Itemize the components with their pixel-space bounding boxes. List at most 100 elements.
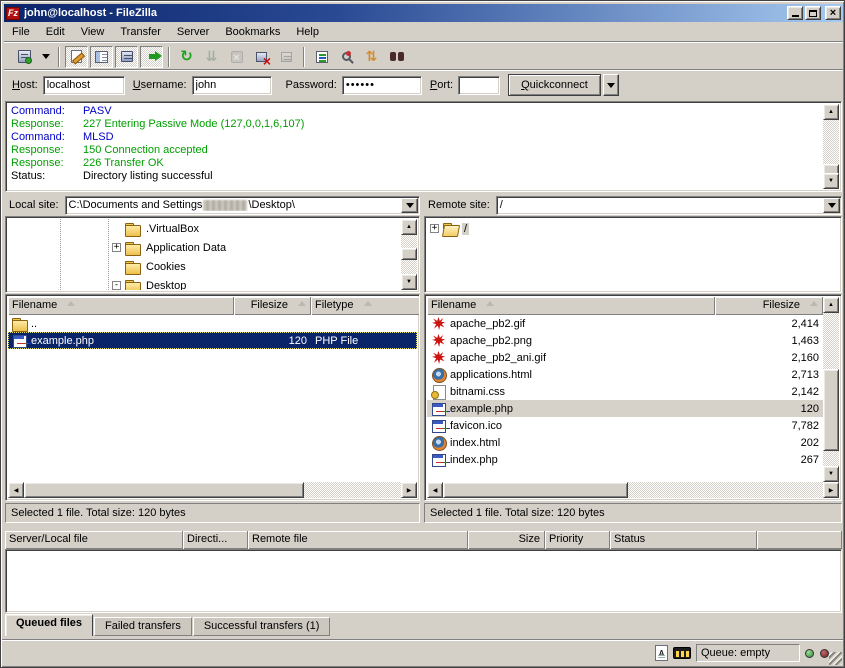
menu-item[interactable]: View — [73, 24, 113, 40]
cancel-icon[interactable] — [225, 46, 248, 68]
column-header[interactable]: Filesize — [715, 297, 823, 315]
column-header[interactable]: Filename — [8, 297, 234, 315]
scroll-up-icon[interactable]: ▲ — [401, 219, 417, 235]
log-line: Status:Directory listing successful — [11, 170, 823, 183]
queue-column-header[interactable]: Remote file — [248, 531, 468, 549]
quickconnect-dropdown-button[interactable] — [603, 74, 619, 96]
tree-item[interactable]: +/ — [427, 219, 839, 238]
scroll-left-icon[interactable]: ◀ — [427, 482, 443, 498]
process-queue-icon[interactable] — [200, 46, 223, 68]
filter-icon[interactable] — [310, 46, 333, 68]
host-input[interactable] — [43, 76, 125, 95]
menu-item[interactable]: Server — [169, 24, 217, 40]
remote-path-dropdown-button[interactable] — [823, 198, 840, 213]
column-header[interactable]: Filename — [427, 297, 715, 315]
queue-tab[interactable]: Successful transfers (1) — [193, 617, 331, 636]
quickconnect-button[interactable]: Quickconnect — [508, 74, 601, 96]
toggle-queue-icon[interactable] — [140, 46, 163, 68]
scroll-down-icon[interactable]: ▼ — [401, 274, 417, 290]
scroll-right-icon[interactable]: ▶ — [401, 482, 417, 498]
menu-item[interactable]: Help — [288, 24, 327, 40]
toolbar-separator[interactable] — [168, 47, 170, 67]
scroll-down-icon[interactable]: ▼ — [823, 173, 839, 189]
toggle-message-log-icon[interactable] — [65, 46, 88, 68]
maximize-button[interactable] — [805, 6, 821, 20]
find-icon[interactable] — [385, 46, 408, 68]
ascii-data-type-icon[interactable]: A — [655, 645, 668, 661]
file-row[interactable]: index.html202 — [427, 434, 823, 451]
local-path-combo[interactable]: C:\Documents and Settings\Desktop\ — [65, 196, 420, 215]
speed-limits-icon[interactable] — [673, 647, 691, 659]
port-input[interactable] — [458, 76, 500, 95]
resize-grip[interactable] — [829, 652, 842, 665]
file-row[interactable]: applications.html2,713 — [427, 366, 823, 383]
site-manager-icon[interactable] — [13, 46, 36, 68]
queue-column-header[interactable]: Directi... — [183, 531, 248, 549]
toolbar-separator[interactable] — [58, 47, 60, 67]
remote-list-hscrollbar[interactable]: ◀ ▶ — [427, 482, 839, 498]
tree-expander-icon[interactable]: + — [112, 243, 121, 252]
menu-item[interactable]: Bookmarks — [217, 24, 288, 40]
site-manager-dropdown-icon[interactable] — [38, 46, 53, 68]
menu-item[interactable]: Edit — [38, 24, 73, 40]
compare-icon[interactable] — [335, 46, 358, 68]
scroll-up-icon[interactable]: ▲ — [823, 104, 839, 120]
tree-item[interactable]: -Desktop — [8, 276, 401, 290]
reconnect-icon[interactable] — [275, 46, 298, 68]
scroll-up-icon[interactable]: ▲ — [823, 297, 839, 313]
scrollbar-thumb[interactable] — [823, 369, 839, 451]
remote-path-combo[interactable]: / — [496, 196, 842, 215]
queue-column-header[interactable]: Size — [468, 531, 545, 549]
tree-item[interactable]: +Application Data — [8, 238, 401, 257]
queue-tab[interactable]: Failed transfers — [94, 617, 192, 636]
scroll-left-icon[interactable]: ◀ — [8, 482, 24, 498]
scrollbar-thumb[interactable] — [443, 482, 628, 498]
menu-item[interactable]: Transfer — [112, 24, 169, 40]
queue-column-header[interactable] — [757, 531, 842, 549]
queue-tab[interactable]: Queued files — [5, 614, 93, 636]
tree-expander-icon[interactable]: - — [112, 281, 121, 290]
password-input[interactable] — [342, 76, 422, 95]
local-tree-scrollbar[interactable]: ▲ ▼ — [401, 219, 417, 290]
remote-list-scrollbar[interactable]: ▲ ▼ — [823, 297, 839, 482]
column-header[interactable]: Filetype — [311, 297, 420, 315]
queue-column-header[interactable]: Server/Local file — [5, 531, 183, 549]
disconnect-icon[interactable] — [250, 46, 273, 68]
file-row[interactable]: favicon.ico7,782 — [427, 417, 823, 434]
toolbar-separator[interactable] — [303, 47, 305, 67]
refresh-icon[interactable] — [175, 46, 198, 68]
queue-column-header[interactable]: Priority — [545, 531, 610, 549]
log-scrollbar[interactable]: ▲ ▼ — [823, 104, 839, 189]
menu-item[interactable]: File — [4, 24, 38, 40]
queue-column-header[interactable]: Status — [610, 531, 757, 549]
toggle-remote-tree-icon[interactable] — [115, 46, 138, 68]
queue-list[interactable] — [5, 549, 842, 613]
scrollbar-thumb[interactable] — [401, 248, 417, 260]
file-row[interactable]: .. — [8, 315, 417, 332]
file-row[interactable]: index.php267 — [427, 451, 823, 468]
filezilla-window: Fz john@localhost - FileZilla × FileEdit… — [0, 0, 845, 668]
file-row[interactable]: example.php120PHP File1 — [8, 332, 417, 349]
chevron-down-icon — [607, 83, 615, 92]
local-path-dropdown-button[interactable] — [401, 198, 418, 213]
local-list-hscrollbar[interactable]: ◀ ▶ — [8, 482, 417, 498]
tree-item[interactable]: .VirtualBox — [8, 219, 401, 238]
username-input[interactable] — [192, 76, 272, 95]
file-row[interactable]: apache_pb2_ani.gif2,160 — [427, 349, 823, 366]
remote-list-header: FilenameFilesize — [427, 297, 823, 315]
tree-expander-icon[interactable]: + — [430, 224, 439, 233]
scroll-right-icon[interactable]: ▶ — [823, 482, 839, 498]
scrollbar-thumb[interactable] — [24, 482, 304, 498]
file-row[interactable]: apache_pb2.gif2,414 — [427, 315, 823, 332]
toggle-local-tree-icon[interactable] — [90, 46, 113, 68]
column-header[interactable]: Filesize — [234, 297, 311, 315]
minimize-button[interactable] — [787, 6, 803, 20]
file-row[interactable]: bitnami.css2,142 — [427, 383, 823, 400]
file-row[interactable]: example.php120 — [427, 400, 823, 417]
sync-browse-icon[interactable] — [360, 46, 383, 68]
scroll-down-icon[interactable]: ▼ — [823, 466, 839, 482]
close-button[interactable]: × — [825, 6, 841, 20]
file-row[interactable]: apache_pb2.png1,463 — [427, 332, 823, 349]
tree-item[interactable]: Cookies — [8, 257, 401, 276]
title-bar[interactable]: Fz john@localhost - FileZilla × — [4, 4, 843, 22]
